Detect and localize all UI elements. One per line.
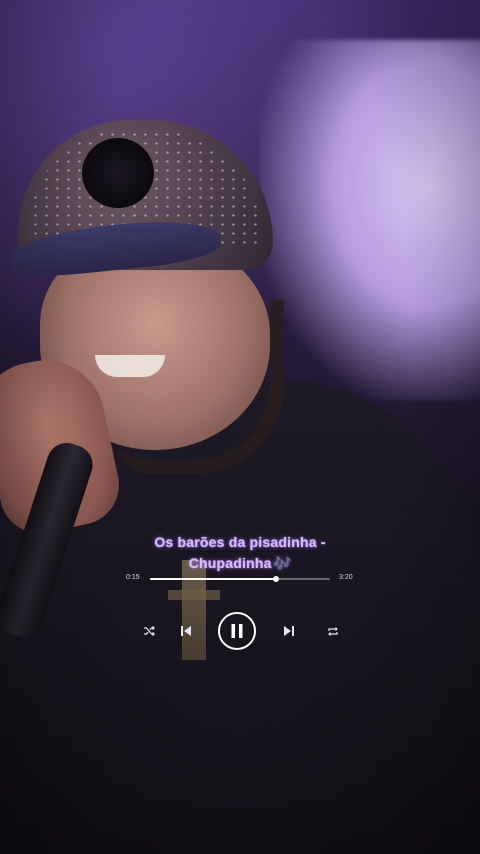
video-frame: Os barões da pisadinha - Chupadinha 🎶 0:1…: [0, 0, 480, 854]
performer-video: [0, 0, 480, 854]
song-title-text: Chupadinha: [188, 555, 272, 571]
shuffle-icon[interactable]: [141, 624, 157, 638]
repeat-icon[interactable]: [325, 624, 341, 638]
music-note-icon: 🎶: [273, 555, 292, 571]
pause-button[interactable]: [218, 612, 256, 650]
progress-fill: [150, 578, 276, 580]
song-title-line1: Os barões da pisadinha -: [154, 534, 326, 550]
music-player-overlay: Os barões da pisadinha - Chupadinha 🎶 0:1…: [0, 528, 480, 658]
elapsed-time: 0:15: [126, 574, 140, 581]
vignette: [0, 0, 480, 854]
progress-knob[interactable]: [273, 576, 279, 582]
total-duration: 3:20: [339, 574, 353, 581]
skip-previous-icon[interactable]: [178, 624, 194, 638]
skip-next-icon[interactable]: [281, 624, 297, 638]
progress-bar[interactable]: [150, 576, 330, 582]
song-title-line2: Chupadinha 🎶: [0, 555, 480, 572]
pause-icon: [231, 624, 243, 638]
